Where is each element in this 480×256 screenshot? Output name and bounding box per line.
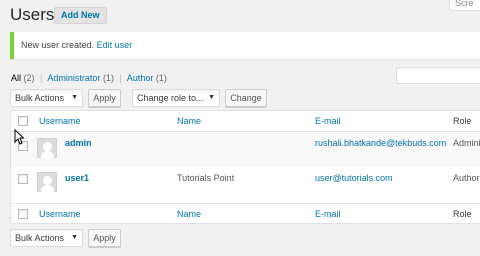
filter-administrator[interactable]: Administrator <box>47 73 100 83</box>
filter-separator: | <box>40 73 43 83</box>
filter-separator: | <box>119 73 122 83</box>
user-name: Tutorials Point <box>177 173 235 183</box>
column-name[interactable]: Name <box>177 116 201 126</box>
filter-administrator-count: (1) <box>102 73 114 83</box>
avatar <box>37 172 57 192</box>
search-users-input[interactable] <box>396 67 480 84</box>
screen-options-tab[interactable]: Scre <box>449 0 480 11</box>
change-role-select[interactable]: Change role to... ▼ <box>132 89 220 107</box>
email-link[interactable]: rushali.bhatkande@tekbuds.com <box>315 138 446 148</box>
bulk-actions-select[interactable]: Bulk Actions ▼ <box>10 89 83 107</box>
filter-author-count: (1) <box>155 73 167 83</box>
change-role-button[interactable]: Change <box>225 89 267 107</box>
table-row: admin rushali.bhatkande@tekbuds.com Admi… <box>11 132 480 167</box>
dropdown-arrow-icon: ▼ <box>208 94 215 101</box>
notice-text: New user created. <box>21 40 95 50</box>
add-new-button[interactable]: Add New <box>54 7 107 24</box>
column-email[interactable]: E-mail <box>315 209 341 219</box>
page-title: Users <box>10 5 55 24</box>
apply-button[interactable]: Apply <box>88 89 121 107</box>
role-filter-links: All (2) | Administrator (1) | Author (1) <box>11 73 167 83</box>
user-created-notice: New user created. Edit user <box>10 32 480 59</box>
column-email[interactable]: E-mail <box>315 116 341 126</box>
column-role: Role <box>453 116 472 126</box>
row-checkbox[interactable] <box>18 174 28 184</box>
bulk-actions-select-bottom[interactable]: Bulk Actions ▼ <box>10 229 83 247</box>
username-link[interactable]: admin <box>65 138 92 148</box>
bulk-actions-value: Bulk Actions <box>15 93 65 103</box>
mouse-cursor-icon <box>14 129 24 145</box>
filter-all[interactable]: All <box>11 73 21 83</box>
dropdown-arrow-icon: ▼ <box>71 234 78 241</box>
user-role: Admini <box>453 138 480 148</box>
avatar <box>37 138 57 158</box>
column-role: Role <box>453 209 472 219</box>
column-username[interactable]: Username <box>39 116 81 126</box>
edit-user-link[interactable]: Edit user <box>97 40 133 50</box>
dropdown-arrow-icon: ▼ <box>71 94 78 101</box>
filter-all-count: (2) <box>23 73 35 83</box>
column-name[interactable]: Name <box>177 209 201 219</box>
table-footer-row: Username Name E-mail Role <box>11 203 480 225</box>
bulk-actions-value: Bulk Actions <box>15 233 65 243</box>
username-link[interactable]: user1 <box>65 173 89 183</box>
users-table: Username Name E-mail Role admin rushali.… <box>10 110 480 224</box>
table-row: user1 Tutorials Point user@tutorials.com… <box>11 167 480 203</box>
email-link[interactable]: user@tutorials.com <box>315 173 393 183</box>
user-role: Author <box>453 173 480 183</box>
select-all-checkbox[interactable] <box>18 116 28 126</box>
change-role-value: Change role to... <box>137 93 204 103</box>
select-all-checkbox[interactable] <box>18 209 28 219</box>
column-username[interactable]: Username <box>39 209 81 219</box>
apply-button-bottom[interactable]: Apply <box>88 229 121 247</box>
filter-author[interactable]: Author <box>127 73 154 83</box>
table-header-row: Username Name E-mail Role <box>11 111 480 132</box>
